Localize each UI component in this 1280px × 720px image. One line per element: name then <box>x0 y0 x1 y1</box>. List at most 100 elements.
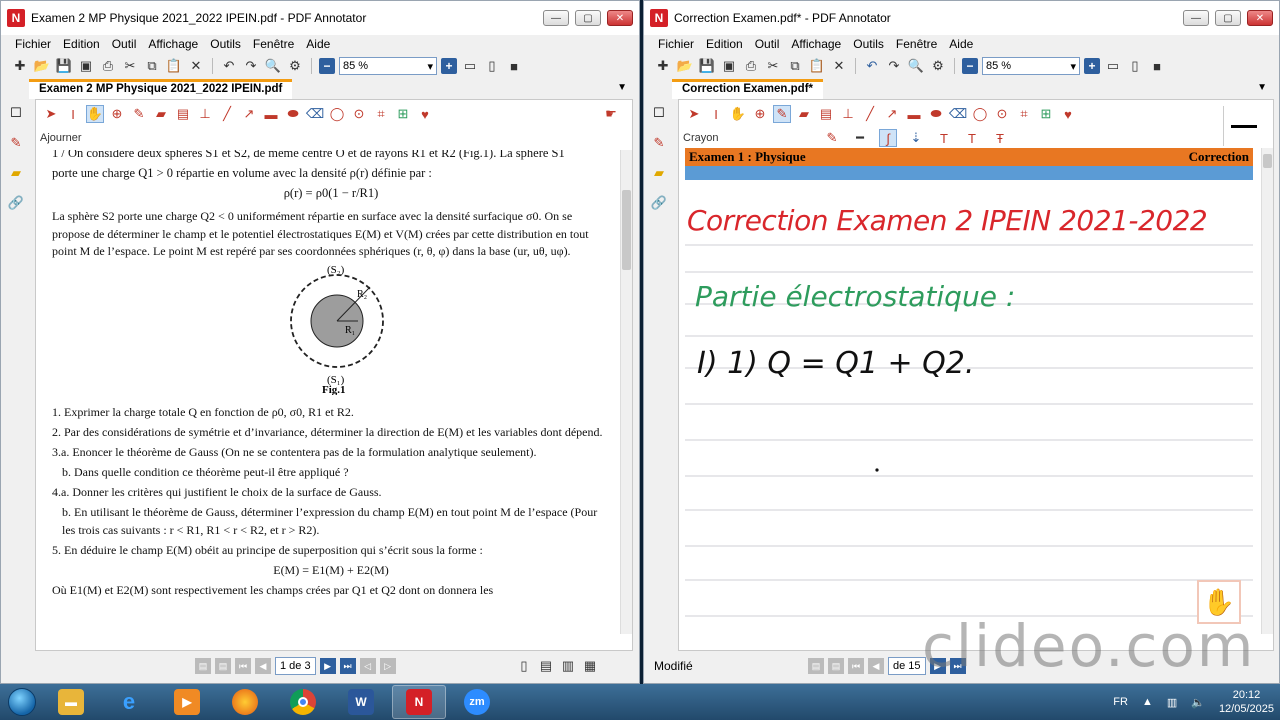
left-vertical-scrollbar[interactable] <box>620 150 632 634</box>
text-select-icon[interactable]: I <box>64 105 82 123</box>
line-width-icon[interactable]: ━ <box>851 129 869 147</box>
zoom-out-button[interactable]: − <box>962 58 978 74</box>
pen-icon[interactable]: ✎ <box>8 135 24 151</box>
pen-tool-icon[interactable]: ✎ <box>773 105 791 123</box>
right-vertical-scrollbar[interactable] <box>1261 148 1273 634</box>
favorites-icon[interactable]: ♥ <box>1059 105 1077 123</box>
camera-icon[interactable]: ⊙ <box>993 105 1011 123</box>
last-page-button[interactable]: ⏭ <box>339 658 356 674</box>
hand-tool-icon[interactable]: ✋ <box>86 105 104 123</box>
save-as-icon[interactable]: ▣ <box>720 57 738 75</box>
menu-edition[interactable]: Edition <box>706 37 743 51</box>
crop-icon[interactable]: ⌗ <box>372 105 390 123</box>
page-tools-icon[interactable]: ▤ <box>195 658 211 674</box>
paste-icon[interactable]: 📋 <box>165 57 183 75</box>
save-icon[interactable]: 💾 <box>698 57 716 75</box>
volume-icon[interactable]: 🔈 <box>1191 696 1205 709</box>
taskbar-media-player[interactable]: ▶ <box>160 685 214 719</box>
strikeout-icon[interactable]: Ŧ <box>991 129 1009 147</box>
select-arrow-icon[interactable]: ➤ <box>42 105 60 123</box>
hand-tool-icon[interactable]: ✋ <box>729 105 747 123</box>
stamp-icon[interactable]: ⊥ <box>196 105 214 123</box>
fit-page-icon[interactable]: ▭ <box>461 57 479 75</box>
new-icon[interactable]: ✚ <box>654 57 672 75</box>
zoom-select[interactable]: 85 % ▾ <box>982 57 1080 75</box>
line-icon[interactable]: ╱ <box>218 105 236 123</box>
minimize-button[interactable]: — <box>543 10 569 26</box>
delete-icon[interactable]: ✕ <box>830 57 848 75</box>
fit-width-icon[interactable]: ▯ <box>1126 57 1144 75</box>
single-page-view-icon[interactable]: ▯ <box>515 657 533 675</box>
tab-correction[interactable]: Correction Examen.pdf* <box>672 79 823 99</box>
text-select-icon[interactable]: I <box>707 105 725 123</box>
text-style-2-icon[interactable]: T <box>963 129 981 147</box>
clock[interactable]: 20:12 12/05/2025 <box>1219 688 1274 716</box>
first-page-button[interactable]: ⏮ <box>848 658 864 674</box>
open-folder-icon[interactable]: 📂 <box>676 57 694 75</box>
page-number-field[interactable]: 1 de 3 <box>275 657 316 675</box>
page-number-field[interactable]: de 15 <box>888 657 926 675</box>
maximize-button[interactable]: ▢ <box>1215 10 1241 26</box>
tab-exam[interactable]: Examen 2 MP Physique 2021_2022 IPEIN.pdf <box>29 79 293 99</box>
attachment-icon[interactable]: 🔗 <box>651 195 667 211</box>
paste-icon[interactable]: 📋 <box>808 57 826 75</box>
open-folder-icon[interactable]: 📂 <box>33 57 51 75</box>
eraser-icon[interactable]: ⌫ <box>306 105 324 123</box>
hand-cursor-button[interactable]: ✋ <box>1197 580 1241 624</box>
pressure-icon[interactable]: ⇣ <box>907 129 925 147</box>
checkbox-icon[interactable]: ☐ <box>651 105 667 121</box>
taskbar-internet-explorer[interactable]: e <box>102 685 156 719</box>
smooth-stroke-icon[interactable]: ∫ <box>879 129 897 147</box>
line-icon[interactable]: ╱ <box>861 105 879 123</box>
redo-icon[interactable]: ↷ <box>885 57 903 75</box>
menu-fenetre[interactable]: Fenêtre <box>896 37 937 51</box>
undo-icon[interactable]: ↶ <box>863 57 881 75</box>
pen-icon[interactable]: ✎ <box>651 135 667 151</box>
menu-aide[interactable]: Aide <box>949 37 973 51</box>
left-scroll-thumb[interactable] <box>622 190 631 270</box>
page-tools-icon[interactable]: ▤ <box>808 658 824 674</box>
page-tools-2-icon[interactable]: ▤ <box>215 658 231 674</box>
lasso-icon[interactable]: ◯ <box>971 105 989 123</box>
zoom-in-button[interactable]: + <box>1084 58 1100 74</box>
menu-aide[interactable]: Aide <box>306 37 330 51</box>
right-scroll-thumb[interactable] <box>1263 154 1272 168</box>
zoom-in-button[interactable]: + <box>441 58 457 74</box>
right-titlebar[interactable]: N Correction Examen.pdf* - PDF Annotator… <box>644 1 1279 35</box>
save-icon[interactable]: 💾 <box>55 57 73 75</box>
menu-fichier[interactable]: Fichier <box>15 37 51 51</box>
pen-tool-icon[interactable]: ✎ <box>130 105 148 123</box>
copy-icon[interactable]: ⧉ <box>143 57 161 75</box>
copy-icon[interactable]: ⧉ <box>786 57 804 75</box>
textbox-icon[interactable]: ▤ <box>174 105 192 123</box>
minimize-button[interactable]: — <box>1183 10 1209 26</box>
cut-icon[interactable]: ✂ <box>764 57 782 75</box>
back-button[interactable]: ◁ <box>359 658 376 674</box>
prev-page-button[interactable]: ◀ <box>868 658 884 674</box>
network-icon[interactable]: ▥ <box>1167 696 1177 709</box>
page-tools-2-icon[interactable]: ▤ <box>828 658 844 674</box>
favorites-icon[interactable]: ♥ <box>416 105 434 123</box>
menu-fenetre[interactable]: Fenêtre <box>253 37 294 51</box>
menu-outil[interactable]: Outil <box>755 37 780 51</box>
line-width-preview[interactable] <box>1223 106 1263 146</box>
delete-icon[interactable]: ✕ <box>187 57 205 75</box>
grid-view-icon[interactable]: ▦ <box>581 657 599 675</box>
binoculars-icon[interactable]: 🔍 <box>907 57 925 75</box>
text-style-icon[interactable]: T <box>935 129 953 147</box>
camera-icon[interactable]: ⊙ <box>350 105 368 123</box>
save-as-icon[interactable]: ▣ <box>77 57 95 75</box>
menu-outils[interactable]: Outils <box>853 37 884 51</box>
hand-pointer-icon[interactable]: ☛ <box>602 105 620 123</box>
insert-page-icon[interactable]: ⊞ <box>1037 105 1055 123</box>
select-arrow-icon[interactable]: ➤ <box>685 105 703 123</box>
forward-button[interactable]: ▷ <box>379 658 396 674</box>
menu-fichier[interactable]: Fichier <box>658 37 694 51</box>
ellipse-icon[interactable]: ⬬ <box>927 105 945 123</box>
redo-icon[interactable]: ↷ <box>242 57 260 75</box>
folder-icon[interactable]: ▰ <box>8 165 24 181</box>
taskbar-zoom[interactable]: zm <box>450 685 504 719</box>
undo-icon[interactable]: ↶ <box>220 57 238 75</box>
pen-color-icon[interactable]: ✎ <box>823 129 841 147</box>
taskbar-pdf-annotator[interactable]: N <box>392 685 446 719</box>
